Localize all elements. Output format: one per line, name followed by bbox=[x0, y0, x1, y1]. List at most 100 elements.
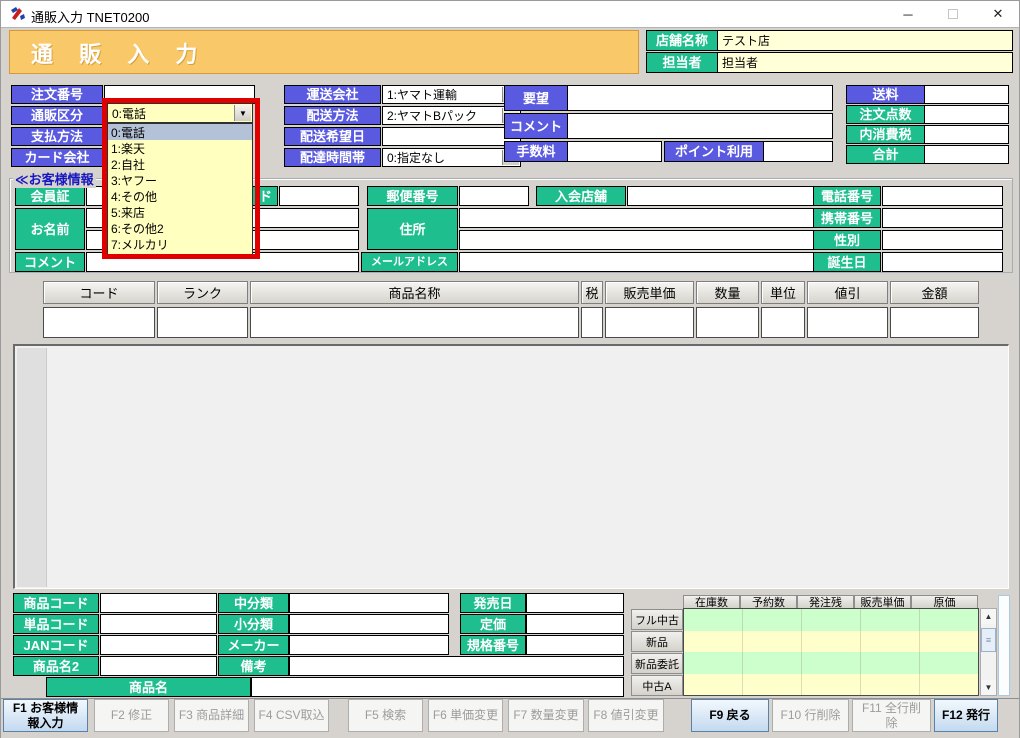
tax-label: 内消費税 bbox=[846, 125, 925, 144]
list-price-label: 定価 bbox=[460, 614, 526, 634]
f1-customer-info-button[interactable]: F1 お客様情報入力 bbox=[3, 699, 88, 732]
note-label: 備考 bbox=[218, 656, 289, 676]
scroll-down-button[interactable]: ▼ bbox=[981, 680, 996, 695]
sub-category-field[interactable] bbox=[289, 614, 449, 634]
unit-code-field[interactable] bbox=[100, 614, 217, 634]
f10-delete-row-button[interactable]: F10 行削除 bbox=[772, 699, 849, 732]
f4-csv-import-button[interactable]: F4 CSV取込 bbox=[254, 699, 329, 732]
shop-name-label: 店舗名称 bbox=[646, 30, 718, 51]
items-entry-cell[interactable] bbox=[605, 307, 694, 338]
unit-code-label: 単品コード bbox=[13, 614, 99, 634]
gender-label: 性別 bbox=[813, 230, 881, 250]
stock-col-header: 在庫数 bbox=[683, 595, 740, 609]
f5-search-button[interactable]: F5 検索 bbox=[348, 699, 423, 732]
stock-cell bbox=[802, 674, 861, 696]
birthday-field[interactable] bbox=[882, 252, 1003, 272]
points-label: ポイント利用 bbox=[664, 141, 764, 162]
stock-row bbox=[684, 609, 978, 631]
dropdown-item[interactable]: 1:楽天 bbox=[108, 140, 252, 156]
f12-issue-button[interactable]: F12 発行 bbox=[934, 699, 998, 732]
list-price-field[interactable] bbox=[526, 614, 624, 634]
customer-comment-label: コメント bbox=[15, 252, 85, 272]
dropdown-item[interactable]: 5:来店 bbox=[108, 204, 252, 220]
maximize-button[interactable] bbox=[936, 1, 970, 27]
items-entry-cell[interactable] bbox=[43, 307, 155, 338]
items-entry-cell[interactable] bbox=[761, 307, 805, 338]
dropdown-item[interactable]: 4:その他 bbox=[108, 188, 252, 204]
standard-no-field[interactable] bbox=[526, 635, 624, 655]
request-field[interactable] bbox=[567, 85, 833, 111]
mobile-label: 携帯番号 bbox=[813, 208, 881, 228]
f9-back-button[interactable]: F9 戻る bbox=[691, 699, 769, 732]
stock-scrollbar[interactable]: ▲ ≡ ▼ bbox=[980, 608, 997, 696]
ship-method-combo[interactable]: 2:ヤマトBパック ▼ bbox=[382, 106, 521, 125]
postal-code-field[interactable] bbox=[459, 186, 529, 206]
address-field-1[interactable] bbox=[459, 208, 820, 228]
f11-delete-all-button[interactable]: F11 全行削除 bbox=[852, 699, 931, 732]
release-date-field[interactable] bbox=[526, 593, 624, 613]
dropdown-item[interactable]: 2:自社 bbox=[108, 156, 252, 172]
stock-row bbox=[684, 652, 978, 674]
f8-discount-button[interactable]: F8 値引変更 bbox=[588, 699, 664, 732]
member-card-label: 会員証 bbox=[15, 186, 85, 206]
product-name2-field[interactable] bbox=[100, 656, 217, 676]
page-title: 通 販 入 力 bbox=[31, 37, 207, 69]
grip-icon: ≡ bbox=[986, 635, 991, 645]
address-field-2[interactable] bbox=[459, 230, 820, 250]
stock-cell bbox=[684, 631, 743, 653]
dropdown-item[interactable]: 0:電話 bbox=[108, 124, 252, 140]
carrier-combo[interactable]: 1:ヤマト運輸 ▼ bbox=[382, 85, 521, 104]
f7-quantity-button[interactable]: F7 数量変更 bbox=[508, 699, 584, 732]
gender-field[interactable] bbox=[882, 230, 1003, 250]
product-name2-label: 商品名2 bbox=[13, 656, 99, 676]
mid-category-field[interactable] bbox=[289, 593, 449, 613]
member-sub-field[interactable] bbox=[279, 186, 359, 206]
f3-product-detail-button[interactable]: F3 商品詳細 bbox=[174, 699, 249, 732]
time-slot-combo[interactable]: 0:指定なし ▼ bbox=[382, 148, 521, 167]
f6-unit-price-button[interactable]: F6 単価変更 bbox=[428, 699, 503, 732]
fee-field[interactable] bbox=[567, 141, 662, 162]
product-name-field[interactable] bbox=[251, 677, 624, 697]
shipping-fee-field bbox=[924, 85, 1009, 104]
channel-combo[interactable]: 0:電話 ▼ bbox=[107, 103, 253, 123]
stock-col-header: 販売単価 bbox=[854, 595, 911, 609]
items-entry-cell[interactable] bbox=[581, 307, 603, 338]
ship-date-field[interactable] bbox=[382, 127, 521, 146]
close-button[interactable]: ✕ bbox=[981, 1, 1015, 27]
scroll-up-button[interactable]: ▲ bbox=[981, 609, 996, 624]
dropdown-item[interactable]: 3:ヤフー bbox=[108, 172, 252, 188]
jan-code-field[interactable] bbox=[100, 635, 217, 655]
stock-cell bbox=[684, 674, 743, 696]
phone-field[interactable] bbox=[882, 186, 1003, 206]
items-entry-cell[interactable] bbox=[807, 307, 888, 338]
items-entry-cell[interactable] bbox=[250, 307, 579, 338]
order-no-field[interactable] bbox=[104, 85, 255, 104]
customer-comment-field[interactable] bbox=[86, 252, 359, 272]
order-comment-field[interactable] bbox=[567, 113, 833, 139]
stock-col-header: 予約数 bbox=[740, 595, 797, 609]
items-col-header: 金額 bbox=[890, 281, 979, 304]
points-field[interactable] bbox=[763, 141, 833, 162]
note-field[interactable] bbox=[289, 656, 624, 676]
items-col-header: 商品名称 bbox=[250, 281, 579, 304]
items-entry-cell[interactable] bbox=[696, 307, 759, 338]
stock-cell bbox=[684, 609, 743, 631]
maker-field[interactable] bbox=[289, 635, 449, 655]
product-code-field[interactable] bbox=[100, 593, 217, 613]
scrollbar-thumb[interactable]: ≡ bbox=[981, 628, 996, 652]
items-list-panel[interactable] bbox=[13, 344, 1009, 589]
standard-no-label: 規格番号 bbox=[460, 635, 526, 655]
stock-col-header: 原価 bbox=[911, 595, 978, 609]
stock-cell bbox=[743, 674, 802, 696]
mobile-field[interactable] bbox=[882, 208, 1003, 228]
items-entry-cell[interactable] bbox=[890, 307, 979, 338]
stock-cell bbox=[861, 674, 920, 696]
f2-edit-button[interactable]: F2 修正 bbox=[94, 699, 169, 732]
email-field[interactable] bbox=[459, 252, 820, 272]
minimize-button[interactable]: ─ bbox=[891, 1, 925, 27]
chevron-down-icon[interactable]: ▼ bbox=[234, 105, 251, 121]
dropdown-item[interactable]: 7:メルカリ bbox=[108, 236, 252, 252]
items-entry-cell[interactable] bbox=[157, 307, 248, 338]
dropdown-item[interactable]: 6:その他2 bbox=[108, 220, 252, 236]
join-shop-field[interactable] bbox=[627, 186, 820, 206]
